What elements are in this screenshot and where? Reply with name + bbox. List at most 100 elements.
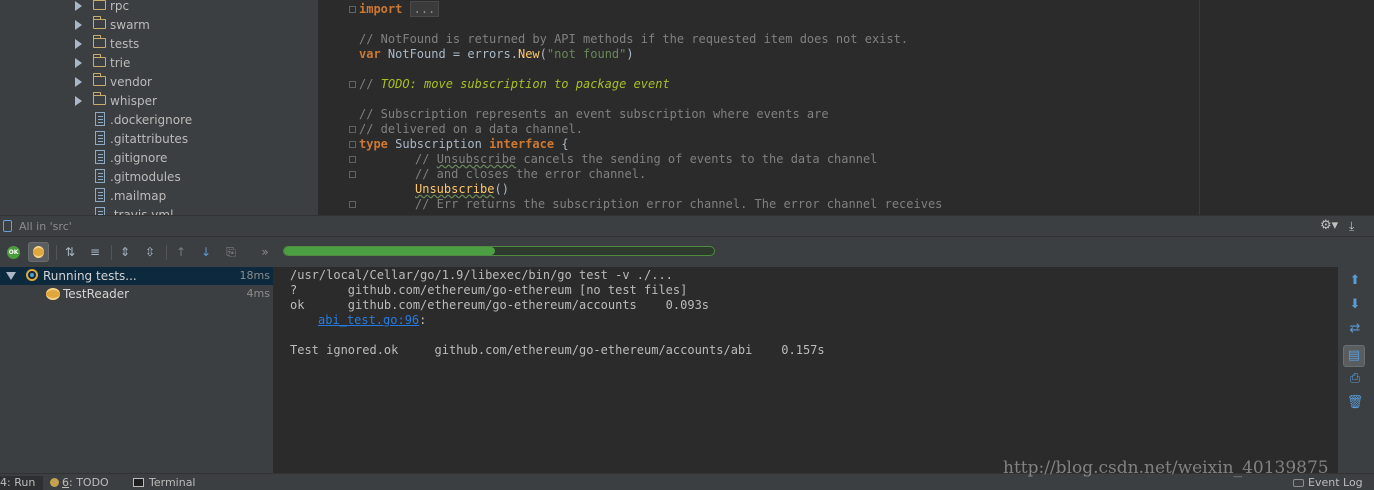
- code-comment: // Subscription represents an event subs…: [359, 107, 829, 121]
- previous-failed-icon[interactable]: ↑: [173, 244, 189, 260]
- expand-arrow-icon[interactable]: [75, 39, 82, 49]
- keyword: type: [359, 137, 388, 151]
- tree-item-label: .gitattributes: [110, 132, 189, 146]
- tab-todo[interactable]: 6: TODO: [50, 476, 109, 490]
- print-icon[interactable]: ⎙: [1346, 370, 1364, 388]
- code-line-import: import ...: [359, 1, 440, 17]
- editor-margin: [1199, 0, 1374, 215]
- code-editor[interactable]: import ... // NotFound is returned by AP…: [319, 0, 1199, 215]
- file-icon: [95, 112, 105, 126]
- next-failed-icon[interactable]: ↓: [198, 244, 214, 260]
- gear-icon[interactable]: ⚙▾: [1320, 219, 1338, 233]
- terminal-icon: [133, 478, 144, 487]
- todo-icon: [50, 478, 59, 487]
- tab-terminal-label: Terminal: [149, 476, 196, 489]
- todo-comment: TODO: move subscription to package event: [380, 77, 670, 91]
- more-actions-icon[interactable]: »: [257, 244, 273, 260]
- tree-item-label: whisper: [110, 94, 157, 108]
- test-progress-bar: [283, 246, 715, 256]
- code-text: NotFound = errors.: [380, 47, 518, 61]
- code-line-unsubscribe: Unsubscribe(): [415, 182, 509, 197]
- show-passed-button[interactable]: OK: [7, 246, 20, 259]
- code-line-var: var NotFound = errors.New("not found"): [359, 47, 634, 62]
- collapse-all-icon[interactable]: ⇳: [142, 244, 158, 260]
- keyword: import: [359, 2, 403, 16]
- test-console-output[interactable]: /usr/local/Cellar/go/1.9/libexec/bin/go …: [275, 267, 1338, 473]
- tree-item-label: vendor: [110, 75, 152, 89]
- folded-import-block[interactable]: ...: [409, 1, 440, 17]
- test-node-testreader[interactable]: TestReader 4ms: [0, 285, 273, 303]
- toolbar-separator: [166, 245, 167, 260]
- expand-arrow-icon[interactable]: [75, 58, 82, 68]
- comment-prefix: //: [359, 77, 381, 91]
- watermark-text: http://blog.csdn.net/weixin_40139875: [1003, 458, 1329, 478]
- tab-run[interactable]: 4: Run: [0, 476, 44, 490]
- tree-item-label: swarm: [110, 18, 150, 32]
- code-line-type: type Subscription interface {: [359, 137, 569, 152]
- folder-icon: [93, 73, 106, 86]
- fold-marker-icon[interactable]: [349, 126, 356, 133]
- scroll-to-end-icon[interactable]: ▤: [1343, 345, 1365, 367]
- fold-marker-icon[interactable]: [349, 156, 356, 163]
- test-node-root[interactable]: Running tests... 18ms: [0, 267, 273, 285]
- code-text: (: [539, 47, 547, 61]
- scroll-up-icon[interactable]: ⬆: [1346, 272, 1364, 290]
- fold-marker-icon[interactable]: [349, 171, 356, 178]
- folder-icon: [93, 35, 106, 48]
- ignored-test-icon: [46, 288, 60, 300]
- tree-item-label: tests: [110, 37, 140, 51]
- tree-item-label: .mailmap: [110, 189, 167, 203]
- expand-arrow-icon[interactable]: [75, 1, 82, 11]
- show-ignored-button[interactable]: [28, 242, 49, 262]
- sort-duration-icon[interactable]: ≡: [87, 244, 103, 260]
- run-config-title: All in 'src': [19, 220, 72, 233]
- fold-marker-icon[interactable]: [349, 6, 356, 13]
- keyword: var: [359, 47, 381, 61]
- scroll-down-icon[interactable]: ⬇: [1346, 296, 1364, 314]
- expand-arrow-icon[interactable]: [75, 20, 82, 30]
- string-literal: "not found": [546, 47, 627, 61]
- test-node-label: TestReader: [63, 287, 130, 301]
- spell-check-word: Unsubscribe: [436, 152, 517, 166]
- comment-text: cancels the sending of events to the dat…: [516, 152, 878, 166]
- code-comment: // delivered on a data channel.: [359, 122, 583, 136]
- code-comment: // and closes the error channel.: [415, 167, 647, 181]
- project-tree: rpc swarm tests trie vendor whisper .doc…: [0, 0, 318, 215]
- console-line: ok github.com/ethereum/go-ethereum/accou…: [290, 298, 710, 312]
- code-comment: // Err returns the subscription error ch…: [415, 197, 943, 211]
- source-link[interactable]: abi_test.go:96: [318, 313, 419, 327]
- event-log-icon: [1293, 479, 1304, 487]
- tab-terminal[interactable]: Terminal: [133, 476, 196, 490]
- fold-marker-icon[interactable]: [349, 81, 356, 88]
- tab-event-log[interactable]: Event Log: [1293, 476, 1363, 490]
- export-results-icon[interactable]: ⎘: [223, 244, 239, 260]
- tree-item-label: rpc: [110, 0, 130, 13]
- file-icon: [95, 169, 105, 183]
- console-line: /usr/local/Cellar/go/1.9/libexec/bin/go …: [290, 268, 673, 282]
- code-comment-unsubscribe: // Unsubscribe cancels the sending of ev…: [415, 152, 877, 167]
- tree-item-label: .travis.yml: [110, 208, 174, 215]
- file-icon: [95, 131, 105, 145]
- file-icon: [95, 150, 105, 164]
- fold-marker-icon[interactable]: [349, 141, 356, 148]
- test-config-icon: [3, 220, 12, 232]
- clear-all-icon[interactable]: 🗑: [1346, 394, 1364, 412]
- fold-marker-icon[interactable]: [349, 201, 356, 208]
- soft-wrap-icon[interactable]: ⇄: [1346, 320, 1364, 338]
- hide-panel-icon[interactable]: ⤓: [1349, 219, 1354, 233]
- code-text: (): [494, 182, 509, 196]
- expand-arrow-icon[interactable]: [75, 77, 82, 87]
- expand-all-icon[interactable]: ⇕: [117, 244, 133, 260]
- sort-alpha-icon[interactable]: ⇅: [62, 244, 78, 260]
- tree-item-label: .gitmodules: [110, 170, 181, 184]
- folder-icon: [93, 16, 106, 29]
- expand-arrow-icon[interactable]: [75, 96, 82, 106]
- tree-item-label: trie: [110, 56, 131, 70]
- keyword: interface: [489, 137, 555, 151]
- code-line-todo: // TODO: move subscription to package ev…: [359, 77, 670, 92]
- function-name: New: [517, 47, 540, 61]
- collapse-arrow-icon[interactable]: [6, 272, 16, 280]
- console-side-toolbar: ⬆ ⬇ ⇄ ▤ ⎙ 🗑: [1338, 267, 1374, 473]
- test-results-tree: Running tests... 18ms TestReader 4ms: [0, 267, 273, 473]
- link-suffix: :: [419, 313, 427, 327]
